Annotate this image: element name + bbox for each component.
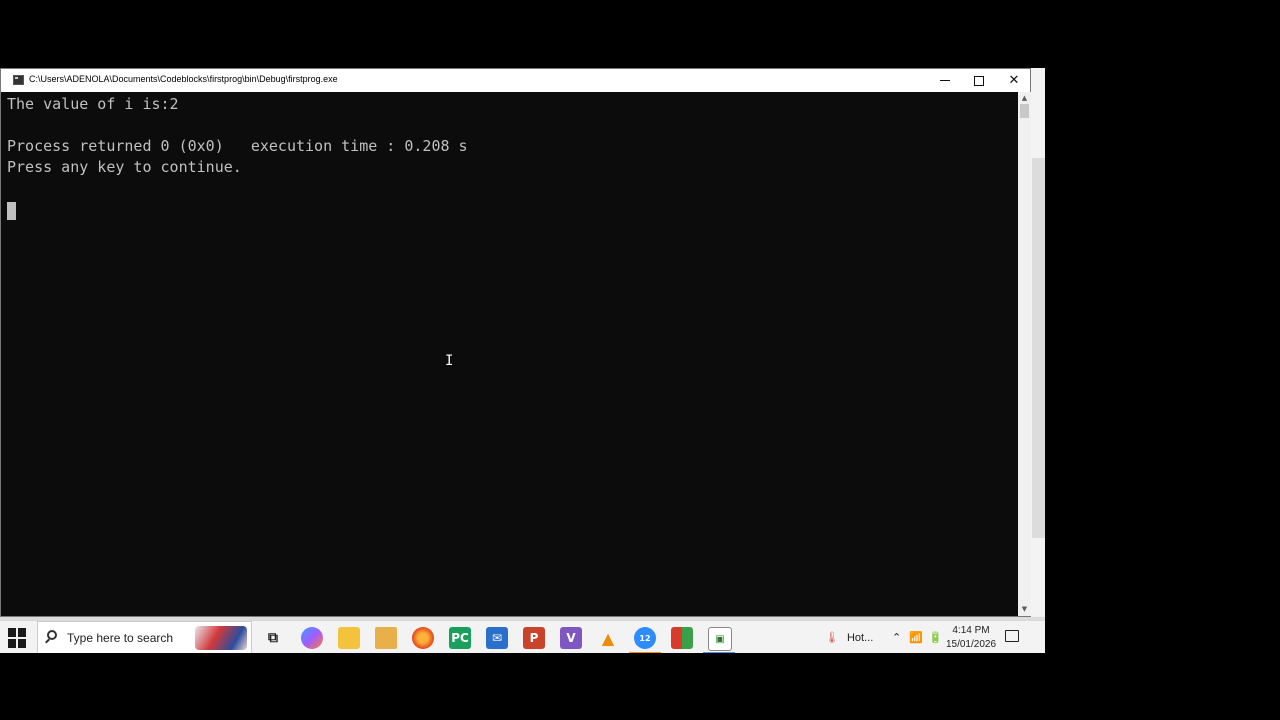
start-button[interactable]	[8, 628, 28, 648]
codeblocks-icon[interactable]	[671, 627, 693, 649]
console-scrollbar[interactable]: ▲ ▼	[1018, 92, 1031, 616]
powerpoint-icon[interactable]: P	[523, 627, 545, 649]
visual-studio-icon[interactable]: V	[560, 627, 582, 649]
thermometer-icon: 🌡	[825, 632, 839, 644]
maximize-button[interactable]	[962, 69, 996, 92]
title-bar[interactable]: C:\Users\ADENOLA\Documents\Codeblocks\fi…	[1, 69, 1030, 92]
taskbar: Type here to search ⧉ PC ✉ P V ▲ 12 ▣ 🌡 …	[0, 620, 1045, 653]
console-line: Process returned 0 (0x0) execution time …	[7, 137, 468, 155]
task-view-icon[interactable]: ⧉	[262, 627, 284, 649]
clock[interactable]: 4:14 PM 15/01/2026	[943, 624, 999, 652]
search-icon	[47, 630, 57, 640]
vlc-icon[interactable]: ▲	[597, 627, 619, 649]
scroll-down-arrow-icon[interactable]: ▼	[1020, 605, 1029, 614]
weather-text: Hot...	[846, 631, 874, 644]
file-explorer-icon[interactable]	[338, 627, 360, 649]
console-window[interactable]: C:\Users\ADENOLA\Documents\Codeblocks\fi…	[0, 68, 1031, 617]
desktop: C:\Users\ADENOLA\Documents\Codeblocks\fi…	[0, 68, 1045, 653]
minimize-icon	[940, 80, 950, 81]
system-tray[interactable]: ⌃ 📶 🔋	[892, 621, 943, 653]
minimize-button[interactable]	[928, 69, 962, 92]
close-icon: ✕	[1008, 73, 1020, 88]
chevron-up-icon[interactable]: ⌃	[892, 631, 901, 644]
notification-icon[interactable]	[1005, 630, 1019, 642]
windows-logo-icon	[8, 628, 16, 637]
zoom-badge: 12	[639, 633, 651, 643]
maximize-icon	[974, 75, 984, 86]
media-icon[interactable]	[375, 627, 397, 649]
console-line: Press any key to continue.	[7, 158, 242, 176]
firefox-icon[interactable]	[412, 627, 434, 649]
zoom-icon[interactable]: 12	[634, 627, 656, 649]
background-window-scrollbar[interactable]	[1032, 158, 1045, 538]
scrollbar-thumb[interactable]	[1020, 104, 1029, 118]
clock-time: 4:14 PM	[952, 625, 990, 636]
zoom-active-indicator	[629, 652, 661, 653]
pycharm-icon[interactable]: PC	[449, 627, 471, 649]
search-box[interactable]: Type here to search	[37, 621, 252, 653]
battery-icon[interactable]: 🔋	[929, 631, 943, 644]
outlook-icon[interactable]: ✉	[486, 627, 508, 649]
close-button[interactable]: ✕	[997, 69, 1031, 92]
console-app-icon[interactable]	[13, 75, 24, 85]
copilot-icon[interactable]	[301, 627, 323, 649]
search-highlight-image	[195, 626, 247, 650]
mouse-ibeam-cursor: I	[445, 353, 454, 369]
console-output[interactable]: The value of i is:2 Process returned 0 (…	[1, 92, 1018, 616]
console-line: The value of i is:2	[7, 95, 179, 113]
clock-date: 15/01/2026	[945, 639, 997, 650]
wifi-icon[interactable]: 📶	[909, 631, 923, 644]
weather-widget[interactable]: 🌡 Hot...	[825, 621, 873, 653]
console-icon[interactable]: ▣	[708, 627, 732, 651]
search-placeholder: Type here to search	[67, 631, 174, 645]
window-title: C:\Users\ADENOLA\Documents\Codeblocks\fi…	[29, 74, 338, 84]
console-active-indicator	[703, 652, 735, 653]
text-cursor	[7, 202, 16, 220]
scroll-up-arrow-icon[interactable]: ▲	[1020, 94, 1029, 103]
